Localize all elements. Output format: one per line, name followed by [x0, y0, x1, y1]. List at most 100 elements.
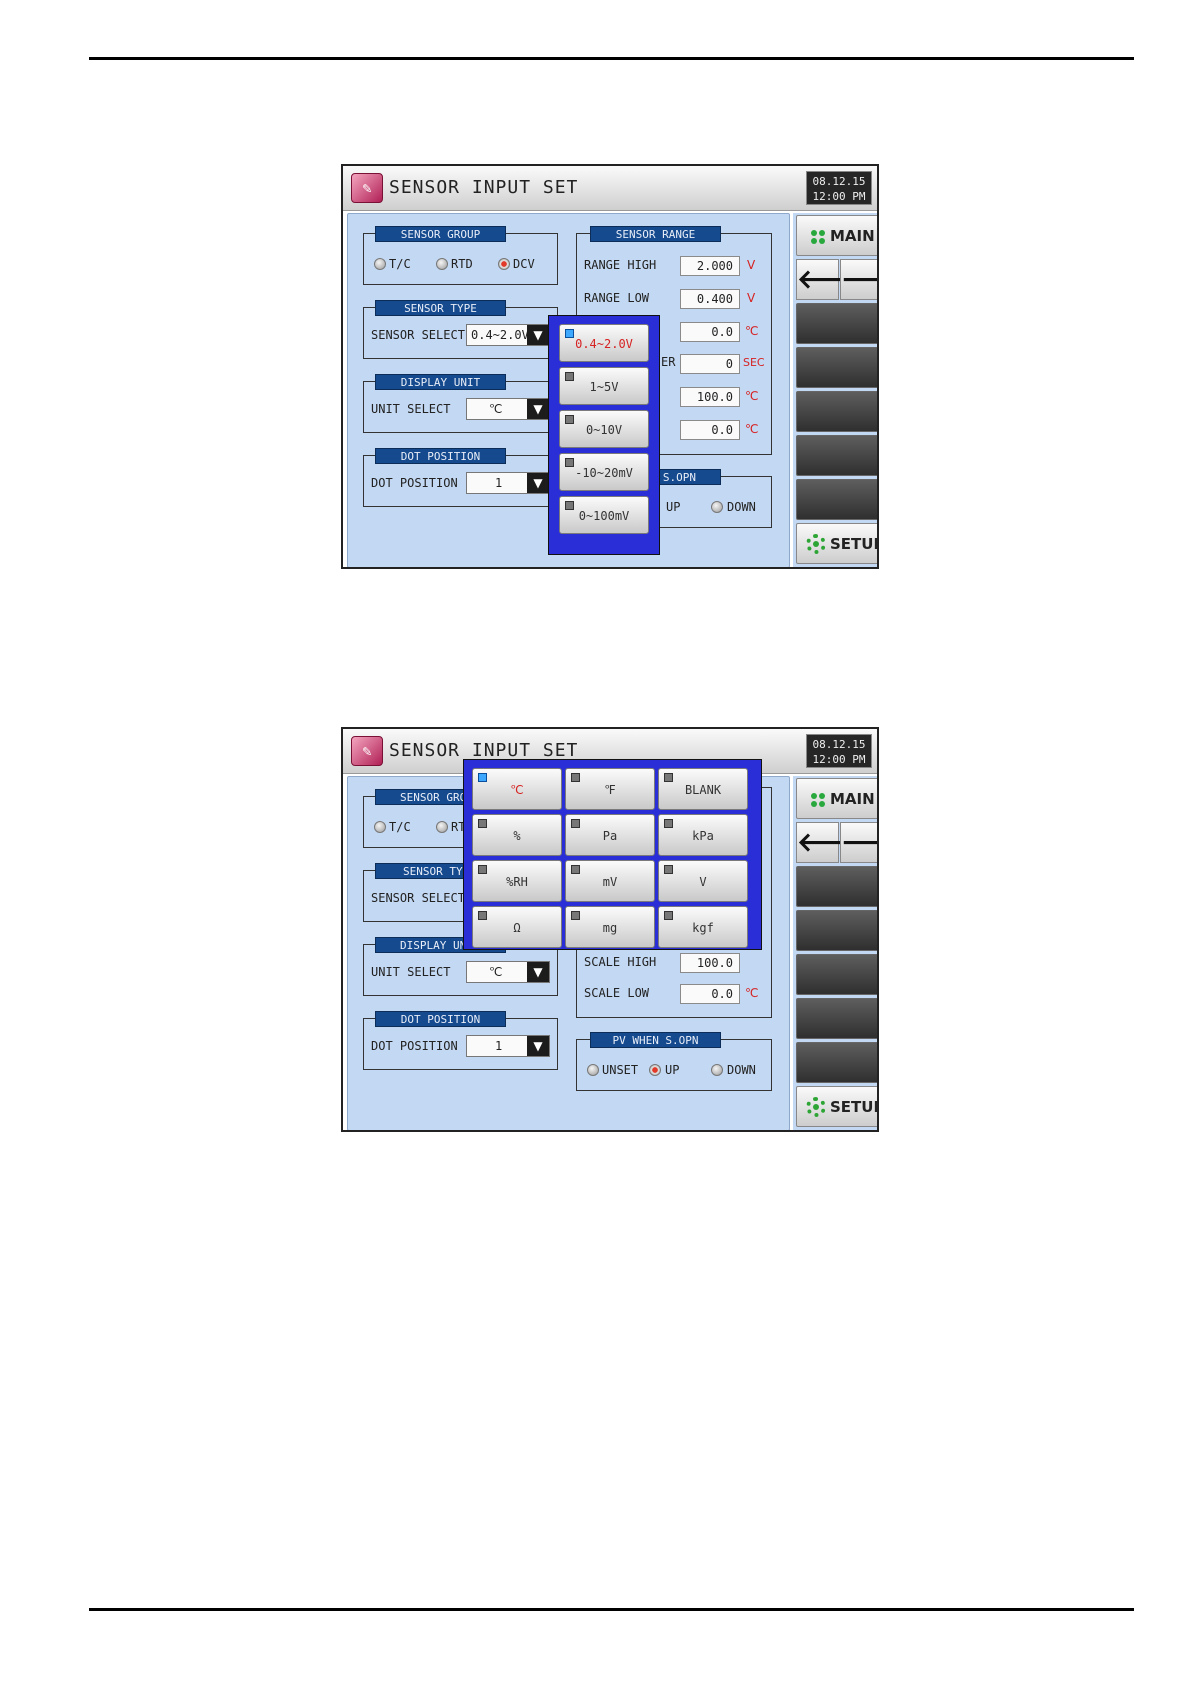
radio-up-label: UP: [666, 500, 681, 514]
range-high-label: RANGE HIGH: [584, 258, 657, 272]
dropdown-arrow-icon[interactable]: ▼: [527, 473, 549, 493]
unit-option-mv[interactable]: mV: [565, 860, 655, 902]
time-text: 12:00 PM: [812, 753, 866, 766]
popup-option-0-100mv[interactable]: 0~100mV: [559, 496, 649, 534]
unit-option-fahrenheit[interactable]: ℉: [565, 768, 655, 810]
unit-option-label: ℃: [510, 783, 524, 797]
row6-field[interactable]: 0.0: [680, 420, 740, 440]
scale-low-field[interactable]: 0.0: [680, 984, 740, 1004]
blank-side-button-1[interactable]: [796, 866, 877, 907]
radio-tc[interactable]: [374, 821, 386, 833]
radio-dcv[interactable]: [498, 258, 510, 270]
dropdown-arrow-icon[interactable]: ▼: [527, 325, 549, 345]
radio-rtd-label: RTD: [451, 257, 473, 271]
unit-select-value: ℃: [489, 965, 503, 979]
dot-position-dropdown[interactable]: 1 ▼: [466, 472, 550, 494]
blank-side-button-5[interactable]: [796, 1042, 877, 1083]
setup-button[interactable]: SETUP: [796, 1086, 877, 1127]
sensor-app-icon: ✎: [351, 736, 383, 766]
radio-unset-label: UNSET: [602, 1063, 639, 1077]
time-text: 12:00 PM: [812, 190, 866, 203]
unit-option-kgf[interactable]: kgf: [658, 906, 748, 948]
unit-select-dropdown[interactable]: ℃ ▼: [466, 961, 550, 983]
radio-up[interactable]: [649, 1064, 661, 1076]
radio-unset[interactable]: [587, 1064, 599, 1076]
setup-label: SETUP: [830, 535, 877, 553]
setup-label: SETUP: [830, 1098, 877, 1116]
back-arrow-icon[interactable]: 🡐: [796, 259, 867, 300]
dropdown-arrow-icon[interactable]: ▼: [527, 399, 549, 419]
top-rule: [89, 57, 1134, 60]
scale-high-field[interactable]: 100.0: [680, 953, 740, 973]
dot-position-value: 1: [495, 1039, 503, 1053]
popup-option-0-4-2-0v[interactable]: 0.4~2.0V: [559, 324, 649, 362]
main-button[interactable]: MAIN: [796, 215, 877, 256]
blank-side-button-3[interactable]: [796, 391, 877, 432]
side-menu: MAIN 🡐 🡒 SETUP: [793, 213, 877, 567]
blank-side-button-2[interactable]: [796, 347, 877, 388]
row5-field[interactable]: 100.0: [680, 387, 740, 407]
gear-icon: [806, 534, 826, 554]
row6-unit: ℃: [745, 422, 759, 436]
radio-tc[interactable]: [374, 258, 386, 270]
unit-option-celsius[interactable]: ℃: [472, 768, 562, 810]
gear-icon: [806, 1097, 826, 1117]
pv-when-box: PV WHEN S.OPN UNSET UP DOWN: [576, 1032, 772, 1091]
range-low-field[interactable]: 0.400: [680, 289, 740, 309]
popup-option-1-5v[interactable]: 1~5V: [559, 367, 649, 405]
side-menu: MAIN 🡐 🡒 SETUP: [793, 776, 877, 1130]
scale-high-label: SCALE HIGH: [584, 955, 657, 969]
dropdown-arrow-icon[interactable]: ▼: [527, 962, 549, 982]
indicator: [571, 865, 580, 874]
popup-option-label: 0~10V: [585, 423, 623, 437]
sensor-group-box: SENSOR GROUP T/C RTD DCV: [363, 226, 558, 285]
radio-down[interactable]: [711, 501, 723, 513]
setup-button[interactable]: SETUP: [796, 523, 877, 564]
radio-down[interactable]: [711, 1064, 723, 1076]
sensor-app-icon: ✎: [351, 173, 383, 203]
forward-arrow-icon[interactable]: 🡒: [840, 822, 877, 863]
forward-arrow-icon[interactable]: 🡒: [840, 259, 877, 300]
sensor-select-dropdown[interactable]: 0.4~2.0V ▼: [466, 324, 550, 346]
sensor-input-screen-2: ✎ SENSOR INPUT SET 08.12.15 12:00 PM SEN…: [341, 727, 879, 1132]
unit-option-rh[interactable]: %RH: [472, 860, 562, 902]
range-high-unit: V: [747, 258, 756, 272]
unit-option-v[interactable]: V: [658, 860, 748, 902]
unit-option-label: kgf: [692, 921, 714, 935]
blank-side-button-4[interactable]: [796, 435, 877, 476]
sensor-input-screen-1: ✎ SENSOR INPUT SET 08.12.15 12:00 PM SEN…: [341, 164, 879, 569]
unit-option-ohm[interactable]: Ω: [472, 906, 562, 948]
unit-option-pa[interactable]: Pa: [565, 814, 655, 856]
popup-option-neg10-20mv[interactable]: -10~20mV: [559, 453, 649, 491]
radio-rtd[interactable]: [436, 258, 448, 270]
back-arrow-icon[interactable]: 🡐: [796, 822, 867, 863]
blank-side-button-2[interactable]: [796, 910, 877, 951]
nav-arrows: 🡐 🡒: [796, 259, 877, 300]
unit-option-label: ℉: [604, 783, 616, 797]
unit-select-value: ℃: [489, 402, 503, 416]
pv-when-header: PV WHEN S.OPN: [590, 1032, 721, 1048]
unit-option-mg[interactable]: mg: [565, 906, 655, 948]
row4-field[interactable]: 0: [680, 354, 740, 374]
dropdown-arrow-icon[interactable]: ▼: [527, 1036, 549, 1056]
range-high-field[interactable]: 2.000: [680, 256, 740, 276]
indicator: [664, 865, 673, 874]
unit-option-kpa[interactable]: kPa: [658, 814, 748, 856]
indicator: [571, 819, 580, 828]
range-low-label: RANGE LOW: [584, 291, 650, 305]
row3-field[interactable]: 0.0: [680, 322, 740, 342]
dot-position-dropdown[interactable]: 1 ▼: [466, 1035, 550, 1057]
row4-unit: SEC: [743, 356, 765, 369]
popup-option-0-10v[interactable]: 0~10V: [559, 410, 649, 448]
blank-side-button-1[interactable]: [796, 303, 877, 344]
blank-side-button-5[interactable]: [796, 479, 877, 520]
unit-select-dropdown[interactable]: ℃ ▼: [466, 398, 550, 420]
main-button[interactable]: MAIN: [796, 778, 877, 819]
radio-rtd[interactable]: [436, 821, 448, 833]
unit-option-percent[interactable]: %: [472, 814, 562, 856]
blank-side-button-4[interactable]: [796, 998, 877, 1039]
blank-side-button-3[interactable]: [796, 954, 877, 995]
unit-option-blank[interactable]: BLANK: [658, 768, 748, 810]
scale-low-label: SCALE LOW: [584, 986, 650, 1000]
sensor-range-header: SENSOR RANGE: [590, 226, 721, 242]
